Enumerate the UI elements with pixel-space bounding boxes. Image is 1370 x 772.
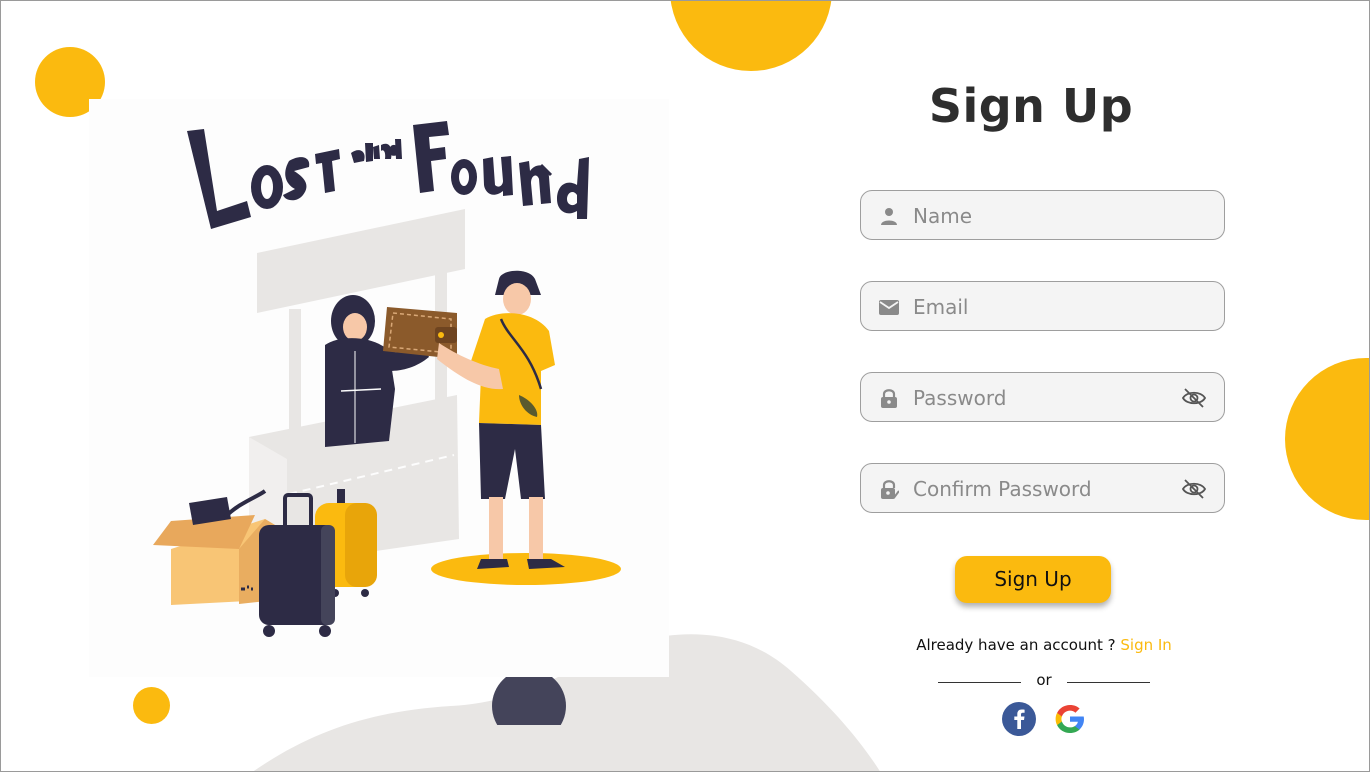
ground-shadow xyxy=(431,553,621,585)
lock-check-icon xyxy=(881,480,899,499)
person-icon xyxy=(881,208,897,225)
lock-icon xyxy=(881,389,897,408)
google-icon[interactable] xyxy=(1053,702,1087,736)
sign-in-prompt: Already have an account ? Sign In xyxy=(881,636,1207,654)
confirm-password-placeholder: Confirm Password xyxy=(913,477,1092,501)
decor-circle-right xyxy=(1285,358,1369,520)
sign-in-link[interactable]: Sign In xyxy=(1120,636,1171,654)
password-placeholder: Password xyxy=(913,386,1007,410)
page-title: Sign Up xyxy=(928,79,1134,133)
lost-and-found-lettering xyxy=(187,121,589,229)
sign-in-prompt-text: Already have an account ? xyxy=(916,636,1116,654)
confirm-password-field[interactable]: Confirm Password xyxy=(860,463,1225,513)
facebook-icon[interactable] xyxy=(1002,702,1036,736)
or-text: or xyxy=(1036,671,1052,689)
signup-page: Sign Up Name Email Password Confirm Pass… xyxy=(0,0,1370,772)
eye-off-icon[interactable] xyxy=(1182,478,1206,500)
name-field[interactable]: Name xyxy=(860,190,1225,240)
mail-icon xyxy=(879,300,899,315)
decor-circle-top xyxy=(670,1,832,71)
name-placeholder: Name xyxy=(913,204,973,228)
password-field[interactable]: Password xyxy=(860,372,1225,422)
lost-and-found-illustration xyxy=(89,99,669,677)
decor-circle-bottom xyxy=(133,687,170,724)
or-divider: or xyxy=(938,671,1150,691)
divider-line-right xyxy=(1067,682,1150,683)
sign-up-button[interactable]: Sign Up xyxy=(955,556,1111,603)
email-placeholder: Email xyxy=(913,295,969,319)
eye-off-icon[interactable] xyxy=(1182,387,1206,409)
email-field[interactable]: Email xyxy=(860,281,1225,331)
